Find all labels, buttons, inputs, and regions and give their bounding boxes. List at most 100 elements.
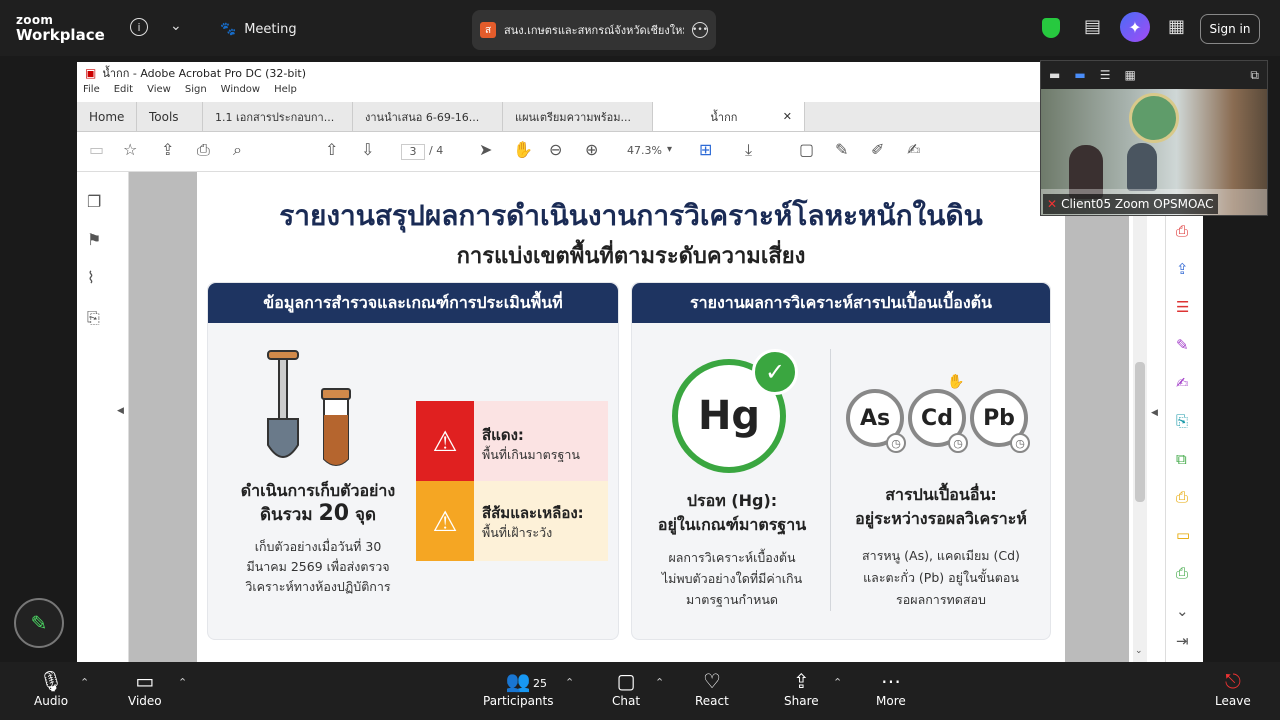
layers-icon[interactable]: ⎘ xyxy=(87,308,100,328)
create-pdf-icon[interactable]: ⎙ xyxy=(1176,222,1188,240)
zoom-top-bar: zoom Workplace i ⌄ 🐾 Meeting ส สนง.เกษตร… xyxy=(0,0,1280,56)
orange-title: สีส้มและเหลือง: xyxy=(482,504,584,522)
organize-pages-icon[interactable]: ☰ xyxy=(1176,298,1189,316)
meeting-label-text: Meeting xyxy=(244,22,297,37)
pop-out-icon[interactable]: ⧉ xyxy=(1250,68,1259,83)
sign-in-button[interactable]: Sign in xyxy=(1200,14,1260,44)
fit-page-icon[interactable]: ⊞ xyxy=(699,142,712,158)
share-button[interactable]: ⇪ Share xyxy=(784,668,819,708)
expand-right-panel-icon[interactable]: ◀ xyxy=(1151,408,1158,418)
fill-sign-icon[interactable]: ✍ xyxy=(1176,374,1189,392)
collapse-left-icon[interactable]: ◀ xyxy=(117,406,124,416)
heart-icon: ♡ xyxy=(702,669,721,693)
annotate-pen-button[interactable]: ✎ xyxy=(14,598,64,648)
more-tools-icon[interactable]: ⌄ xyxy=(1176,602,1189,620)
leave-door-icon: ⎋ xyxy=(1224,669,1241,693)
leave-button[interactable]: ⎋ Leave xyxy=(1215,668,1251,708)
survey-card: ข้อมูลการสำรวจและเกณฑ์การประเมินพื้นที่ … xyxy=(207,282,619,640)
bookmark-star-icon[interactable]: ☆ xyxy=(123,142,137,158)
more-button[interactable]: ⋯ More xyxy=(876,668,906,708)
close-tab-icon[interactable]: ✕ xyxy=(783,110,792,123)
select-cursor-icon[interactable]: ➤ xyxy=(479,142,492,158)
participants-options-caret-icon[interactable]: ⌃ xyxy=(565,676,574,689)
react-button[interactable]: ♡ React xyxy=(695,668,729,708)
comment-tool-icon[interactable]: ▭ xyxy=(1176,526,1190,544)
gallery-view-icon[interactable]: ▦ xyxy=(1124,68,1135,82)
attachments-icon[interactable]: ⌇ xyxy=(87,268,95,287)
tab-home[interactable]: Home xyxy=(77,102,137,131)
comment-icon[interactable]: ▢ xyxy=(799,142,814,158)
highlight-pen-icon[interactable]: ✎ xyxy=(835,142,848,158)
video-thumbnail[interactable]: ▬ ▬ ☰ ▦ ⧉ ✕ Client05 Zoom OPSMOAC xyxy=(1040,60,1268,216)
edit-pdf-icon[interactable]: ✎ xyxy=(1176,336,1189,354)
share-file-icon[interactable]: ⎘ xyxy=(1176,412,1188,430)
draw-icon[interactable]: ✐ xyxy=(871,142,884,158)
more-options-icon[interactable]: ••• xyxy=(692,22,708,38)
speaker-view-icon[interactable]: ▬ xyxy=(1074,68,1085,82)
prev-page-icon[interactable]: ⇧ xyxy=(325,142,338,158)
sample-total-line: ดินรวม 20 จุด xyxy=(218,501,418,528)
chat-button[interactable]: ▢ Chat xyxy=(612,668,640,708)
chat-options-caret-icon[interactable]: ⌃ xyxy=(655,676,664,689)
strip-view-icon[interactable]: ☰ xyxy=(1100,68,1111,82)
ai-companion-icon[interactable]: ✦ xyxy=(1120,12,1150,42)
video-options-caret-icon[interactable]: ⌃ xyxy=(178,676,187,689)
chat-bubble-icon: ▢ xyxy=(616,669,636,693)
zoom-level[interactable]: 47.3% xyxy=(627,145,662,156)
next-page-icon[interactable]: ⇩ xyxy=(361,142,374,158)
hg-title-line2: อยู่ในเกณฑ์มาตรฐาน xyxy=(657,515,807,534)
hand-tool-icon[interactable]: ✋ xyxy=(513,142,533,158)
menu-file[interactable]: File xyxy=(83,84,100,102)
shield-icon[interactable] xyxy=(1042,18,1060,38)
page-number-input[interactable]: 3 xyxy=(401,144,425,160)
bookmarks-icon[interactable]: ⚑ xyxy=(87,230,101,249)
apps-icon[interactable]: ▦ xyxy=(1168,16,1185,37)
vertical-scrollbar[interactable]: ⌄ xyxy=(1133,172,1147,662)
save-icon[interactable]: ▭ xyxy=(89,142,104,158)
menu-bar: File Edit View Sign Window Help xyxy=(77,84,297,102)
menu-edit[interactable]: Edit xyxy=(114,84,133,102)
tab-document-active[interactable]: น้ำกก ✕ xyxy=(653,102,805,131)
collapse-panel-icon[interactable]: ⇥ xyxy=(1176,632,1189,650)
participant-name-tag: ✕ Client05 Zoom OPSMOAC xyxy=(1043,194,1218,214)
zoom-out-icon[interactable]: ⊖ xyxy=(549,142,562,158)
page-thumbnails-icon[interactable]: ❐ xyxy=(87,192,101,211)
scroll-thumb[interactable] xyxy=(1135,362,1145,502)
video-button[interactable]: ▭ Video xyxy=(128,668,162,708)
tab-document-3[interactable]: แผนเตรียมความพร้อม... xyxy=(503,102,653,131)
zoom-in-icon[interactable]: ⊕ xyxy=(585,142,598,158)
notes-icon[interactable]: ▤ xyxy=(1084,16,1101,37)
compare-icon[interactable]: ⧉ xyxy=(1176,450,1187,468)
sample-note: เก็บตัวอย่างเมื่อวันที่ 30 มีนาคม 2569 เ… xyxy=(218,537,418,597)
other-desc-line3: รอผลการทดสอบ xyxy=(896,592,986,607)
share-options-caret-icon[interactable]: ⌃ xyxy=(833,676,842,689)
sign-icon[interactable]: ✍ xyxy=(907,142,920,158)
menu-window[interactable]: Window xyxy=(221,84,260,102)
scroll-down-icon[interactable]: ⌄ xyxy=(1135,646,1143,656)
print-icon[interactable]: ⎙ xyxy=(197,142,210,158)
zoom-dropdown-icon[interactable]: ▾ xyxy=(667,145,672,155)
info-icon[interactable]: i xyxy=(130,18,148,36)
protect-icon[interactable]: ⎙ xyxy=(1176,488,1188,506)
tab-document-1[interactable]: 1.1 เอกสารประกอบกา... xyxy=(203,102,353,131)
clock-icon: ◷ xyxy=(886,433,906,453)
tab-tools[interactable]: Tools xyxy=(137,102,203,131)
more-label: More xyxy=(876,694,906,708)
menu-sign[interactable]: Sign xyxy=(185,84,207,102)
screen-share-pill[interactable]: ส สนง.เกษตรและสหกรณ์จังหวัดเชียงใหม่ ••• xyxy=(472,10,716,50)
print-production-icon[interactable]: ⎙ xyxy=(1176,564,1188,582)
minimize-icon[interactable]: ▬ xyxy=(1049,68,1060,82)
menu-view[interactable]: View xyxy=(147,84,171,102)
export-pdf-icon[interactable]: ⇪ xyxy=(1176,260,1189,278)
chevron-down-icon[interactable]: ⌄ xyxy=(170,18,182,34)
scroll-mode-icon[interactable]: ⤓ xyxy=(745,142,752,158)
survey-card-header: ข้อมูลการสำรวจและเกณฑ์การประเมินพื้นที่ xyxy=(208,283,618,323)
audio-options-caret-icon[interactable]: ⌃ xyxy=(80,676,89,689)
audio-button[interactable]: 🎙 Audio xyxy=(34,668,68,708)
upload-icon[interactable]: ⇪ xyxy=(161,142,174,158)
search-icon[interactable]: ⌕ xyxy=(233,142,242,158)
menu-help[interactable]: Help xyxy=(274,84,297,102)
meeting-label[interactable]: 🐾 Meeting xyxy=(220,22,297,37)
leave-label: Leave xyxy=(1215,694,1251,708)
tab-document-2[interactable]: งานนำเสนอ 6-69-16... xyxy=(353,102,503,131)
